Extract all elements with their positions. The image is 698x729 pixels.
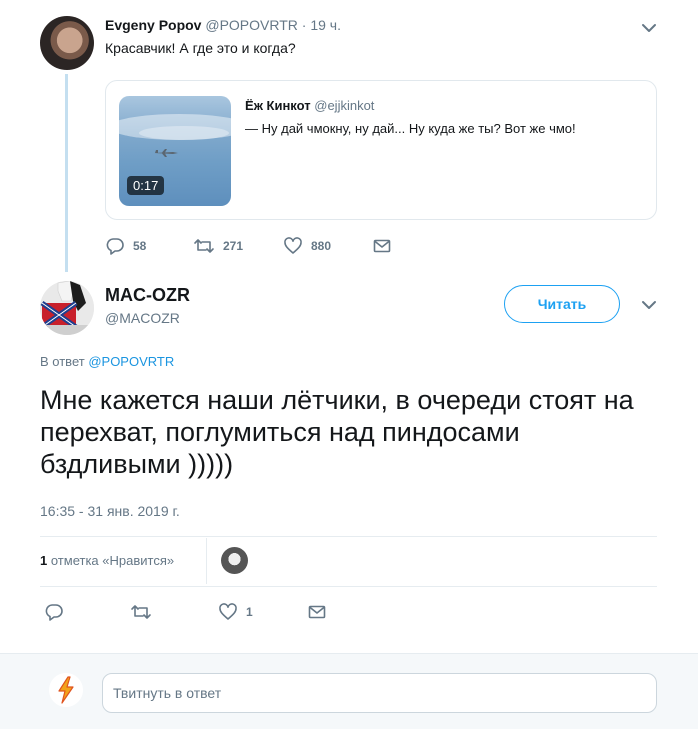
retweet-button[interactable]: 271 [193, 236, 243, 256]
reply-count: 58 [133, 239, 147, 253]
heart-icon [284, 237, 302, 254]
reply-to-prefix: В ответ [40, 354, 85, 369]
video-thumbnail[interactable]: 0:17 [119, 96, 231, 206]
main-author-handle[interactable]: @MACOZR [105, 310, 180, 326]
direct-message-button[interactable] [372, 236, 392, 256]
divider [206, 538, 207, 584]
quoted-tweet-text: — Ну дай чмокну, ну дай... Ну куда же ты… [245, 121, 576, 136]
reply-button[interactable] [44, 602, 64, 622]
thread-line [65, 74, 68, 272]
parent-timestamp[interactable]: 19 ч. [310, 17, 341, 33]
like-button[interactable]: 1 [218, 602, 253, 622]
quoted-author-name[interactable]: Ёж Кинкот [245, 98, 311, 113]
like-count: 1 [246, 605, 253, 619]
quoted-author-handle[interactable]: @ejjkinkot [314, 98, 374, 113]
reply-input[interactable] [102, 673, 657, 713]
retweet-icon [194, 239, 214, 253]
divider [40, 536, 657, 537]
cloud [139, 126, 229, 140]
main-tweet-text: Мне кажется наши лётчики, в очереди стоя… [40, 385, 634, 479]
separator: · [301, 17, 307, 33]
parent-author-name[interactable]: Evgeny Popov [105, 17, 201, 33]
message-icon [373, 239, 391, 253]
parent-avatar[interactable] [40, 16, 94, 70]
like-button[interactable]: 880 [283, 236, 331, 256]
airplane-icon [154, 149, 178, 157]
heart-icon [219, 603, 237, 620]
main-avatar[interactable] [40, 281, 94, 335]
video-duration: 0:17 [127, 176, 165, 195]
main-author-name[interactable]: MAC-OZR [105, 285, 190, 306]
parent-tweet-header: Evgeny Popov @POPOVRTR · 19 ч. [105, 17, 341, 33]
likes-count-label: отметка «Нравится» [50, 553, 175, 568]
lightning-avatar-image [49, 673, 83, 707]
reply-to-mention[interactable]: @POPOVRTR [88, 354, 174, 369]
follow-button[interactable]: Читать [504, 285, 620, 323]
flag-avatar-image [40, 281, 94, 335]
current-user-avatar[interactable] [49, 673, 83, 707]
divider [40, 586, 657, 587]
quoted-tweet-header: Ёж Кинкот @ejjkinkot [245, 98, 374, 113]
liker-avatar[interactable] [221, 547, 248, 574]
likes-count-number: 1 [40, 553, 48, 568]
chevron-down-icon[interactable] [640, 296, 658, 314]
parent-author-handle[interactable]: @POPOVRTR [205, 17, 298, 33]
likes-summary[interactable]: 1 отметка «Нравится» [40, 553, 174, 568]
main-timestamp[interactable]: 16:35 - 31 янв. 2019 г. [40, 503, 180, 519]
direct-message-button[interactable] [307, 602, 327, 622]
reply-button[interactable]: 58 [105, 236, 146, 256]
message-icon [308, 605, 326, 619]
chevron-down-icon[interactable] [640, 19, 658, 37]
reply-context: В ответ @POPOVRTR [40, 354, 174, 369]
like-count: 880 [311, 239, 332, 253]
retweet-button[interactable] [130, 602, 152, 622]
reply-icon [106, 238, 124, 255]
retweet-count: 271 [223, 239, 244, 253]
reply-icon [45, 604, 63, 621]
retweet-icon [131, 605, 151, 619]
parent-tweet-text: Красавчик! А где это и когда? [105, 40, 296, 56]
